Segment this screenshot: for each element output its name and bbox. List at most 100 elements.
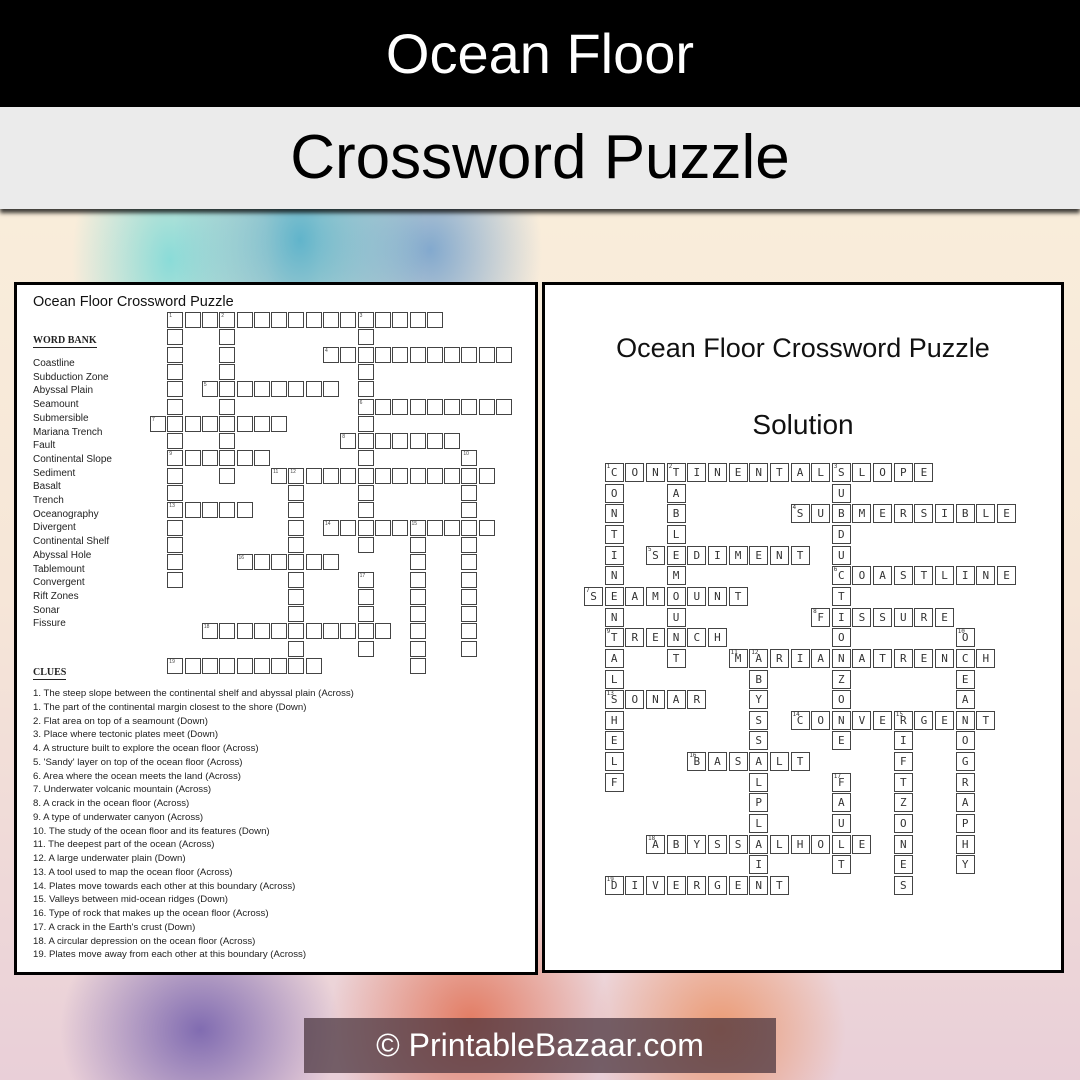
crossword-cell[interactable] [357, 329, 374, 346]
crossword-cell[interactable] [409, 467, 426, 484]
crossword-cell[interactable]: 7 [150, 415, 166, 432]
crossword-cell[interactable] [288, 502, 305, 519]
crossword-cell[interactable] [461, 346, 478, 363]
crossword-cell[interactable] [288, 312, 305, 328]
crossword-cell[interactable]: 2 [219, 312, 236, 328]
crossword-cell[interactable] [461, 571, 478, 588]
crossword-cell[interactable] [167, 363, 184, 380]
crossword-cell[interactable] [461, 606, 478, 623]
crossword-cell[interactable] [219, 415, 236, 432]
crossword-cell[interactable] [340, 467, 357, 484]
crossword-cell[interactable] [288, 485, 305, 501]
crossword-cell[interactable] [357, 450, 374, 467]
crossword-cell[interactable] [461, 485, 478, 501]
crossword-cell[interactable] [288, 519, 305, 536]
crossword-cell[interactable] [184, 415, 201, 432]
crossword-cell[interactable] [236, 450, 253, 467]
crossword-cell[interactable] [426, 433, 443, 450]
crossword-cell[interactable] [253, 623, 270, 640]
crossword-cell[interactable]: 1 [167, 312, 184, 328]
crossword-cell[interactable] [271, 658, 288, 674]
crossword-cell[interactable] [288, 623, 305, 640]
crossword-cell[interactable]: 18 [201, 623, 218, 640]
crossword-cell[interactable]: 6 [357, 398, 374, 415]
crossword-cell[interactable]: 17 [357, 571, 374, 588]
crossword-cell[interactable]: 3 [357, 312, 374, 328]
crossword-cell[interactable] [219, 329, 236, 346]
crossword-cell[interactable] [219, 398, 236, 415]
crossword-cell[interactable] [392, 312, 409, 328]
crossword-cell[interactable] [323, 467, 339, 484]
crossword-cell[interactable] [357, 381, 374, 398]
crossword-cell[interactable] [340, 312, 357, 328]
crossword-cell[interactable] [357, 588, 374, 605]
crossword-cell[interactable] [461, 502, 478, 519]
crossword-cell[interactable] [409, 640, 426, 657]
crossword-cell[interactable] [444, 467, 461, 484]
crossword-cell[interactable] [219, 381, 236, 398]
crossword-cell[interactable] [426, 346, 443, 363]
crossword-cell[interactable] [253, 312, 270, 328]
crossword-cell[interactable] [253, 554, 270, 571]
crossword-cell[interactable] [357, 536, 374, 553]
crossword-cell[interactable] [167, 398, 184, 415]
crossword-cell[interactable] [167, 433, 184, 450]
crossword-cell[interactable] [461, 554, 478, 571]
crossword-cell[interactable] [288, 381, 305, 398]
crossword-cell[interactable] [219, 363, 236, 380]
crossword-cell[interactable] [236, 381, 253, 398]
crossword-cell[interactable] [219, 467, 236, 484]
crossword-cell[interactable] [167, 346, 184, 363]
crossword-cell[interactable] [426, 312, 443, 328]
crossword-cell[interactable] [219, 658, 236, 674]
crossword-cell[interactable] [374, 467, 391, 484]
crossword-cell[interactable] [374, 346, 391, 363]
crossword-cell[interactable] [184, 502, 201, 519]
crossword-cell[interactable]: 8 [340, 433, 357, 450]
crossword-cell[interactable] [478, 519, 495, 536]
crossword-cell[interactable] [201, 312, 218, 328]
crossword-cell[interactable] [236, 658, 253, 674]
crossword-cell[interactable] [461, 623, 478, 640]
crossword-cell[interactable]: 15 [409, 519, 426, 536]
crossword-cell[interactable] [357, 519, 374, 536]
crossword-cell[interactable] [409, 658, 426, 674]
crossword-cell[interactable] [392, 519, 409, 536]
crossword-cell[interactable] [167, 415, 184, 432]
crossword-cell[interactable] [374, 398, 391, 415]
crossword-cell[interactable] [478, 398, 495, 415]
crossword-cell[interactable] [201, 415, 218, 432]
crossword-cell[interactable]: 13 [167, 502, 184, 519]
crossword-cell[interactable]: 16 [236, 554, 253, 571]
crossword-cell[interactable] [219, 433, 236, 450]
crossword-cell[interactable] [409, 536, 426, 553]
crossword-cell[interactable] [444, 346, 461, 363]
crossword-cell[interactable] [288, 658, 305, 674]
crossword-cell[interactable] [271, 623, 288, 640]
crossword-cell[interactable] [340, 519, 357, 536]
crossword-cell[interactable] [236, 502, 253, 519]
crossword-cell[interactable] [444, 398, 461, 415]
crossword-cell[interactable] [253, 381, 270, 398]
crossword-cell[interactable] [305, 554, 322, 571]
crossword-cell[interactable] [167, 571, 184, 588]
crossword-cell[interactable]: 10 [461, 450, 478, 467]
crossword-cell[interactable] [167, 554, 184, 571]
crossword-cell[interactable] [409, 433, 426, 450]
crossword-cell[interactable] [496, 398, 512, 415]
crossword-cell[interactable] [253, 415, 270, 432]
crossword-cell[interactable]: 9 [167, 450, 184, 467]
crossword-cell[interactable] [461, 536, 478, 553]
crossword-cell[interactable] [461, 467, 478, 484]
crossword-cell[interactable] [184, 658, 201, 674]
crossword-cell[interactable] [392, 346, 409, 363]
crossword-cell[interactable] [374, 623, 391, 640]
crossword-cell[interactable] [167, 536, 184, 553]
crossword-cell[interactable] [409, 554, 426, 571]
crossword-cell[interactable] [288, 640, 305, 657]
crossword-cell[interactable] [461, 519, 478, 536]
crossword-cell[interactable] [409, 606, 426, 623]
crossword-cell[interactable] [167, 485, 184, 501]
crossword-cell[interactable] [305, 658, 322, 674]
crossword-cell[interactable] [444, 519, 461, 536]
